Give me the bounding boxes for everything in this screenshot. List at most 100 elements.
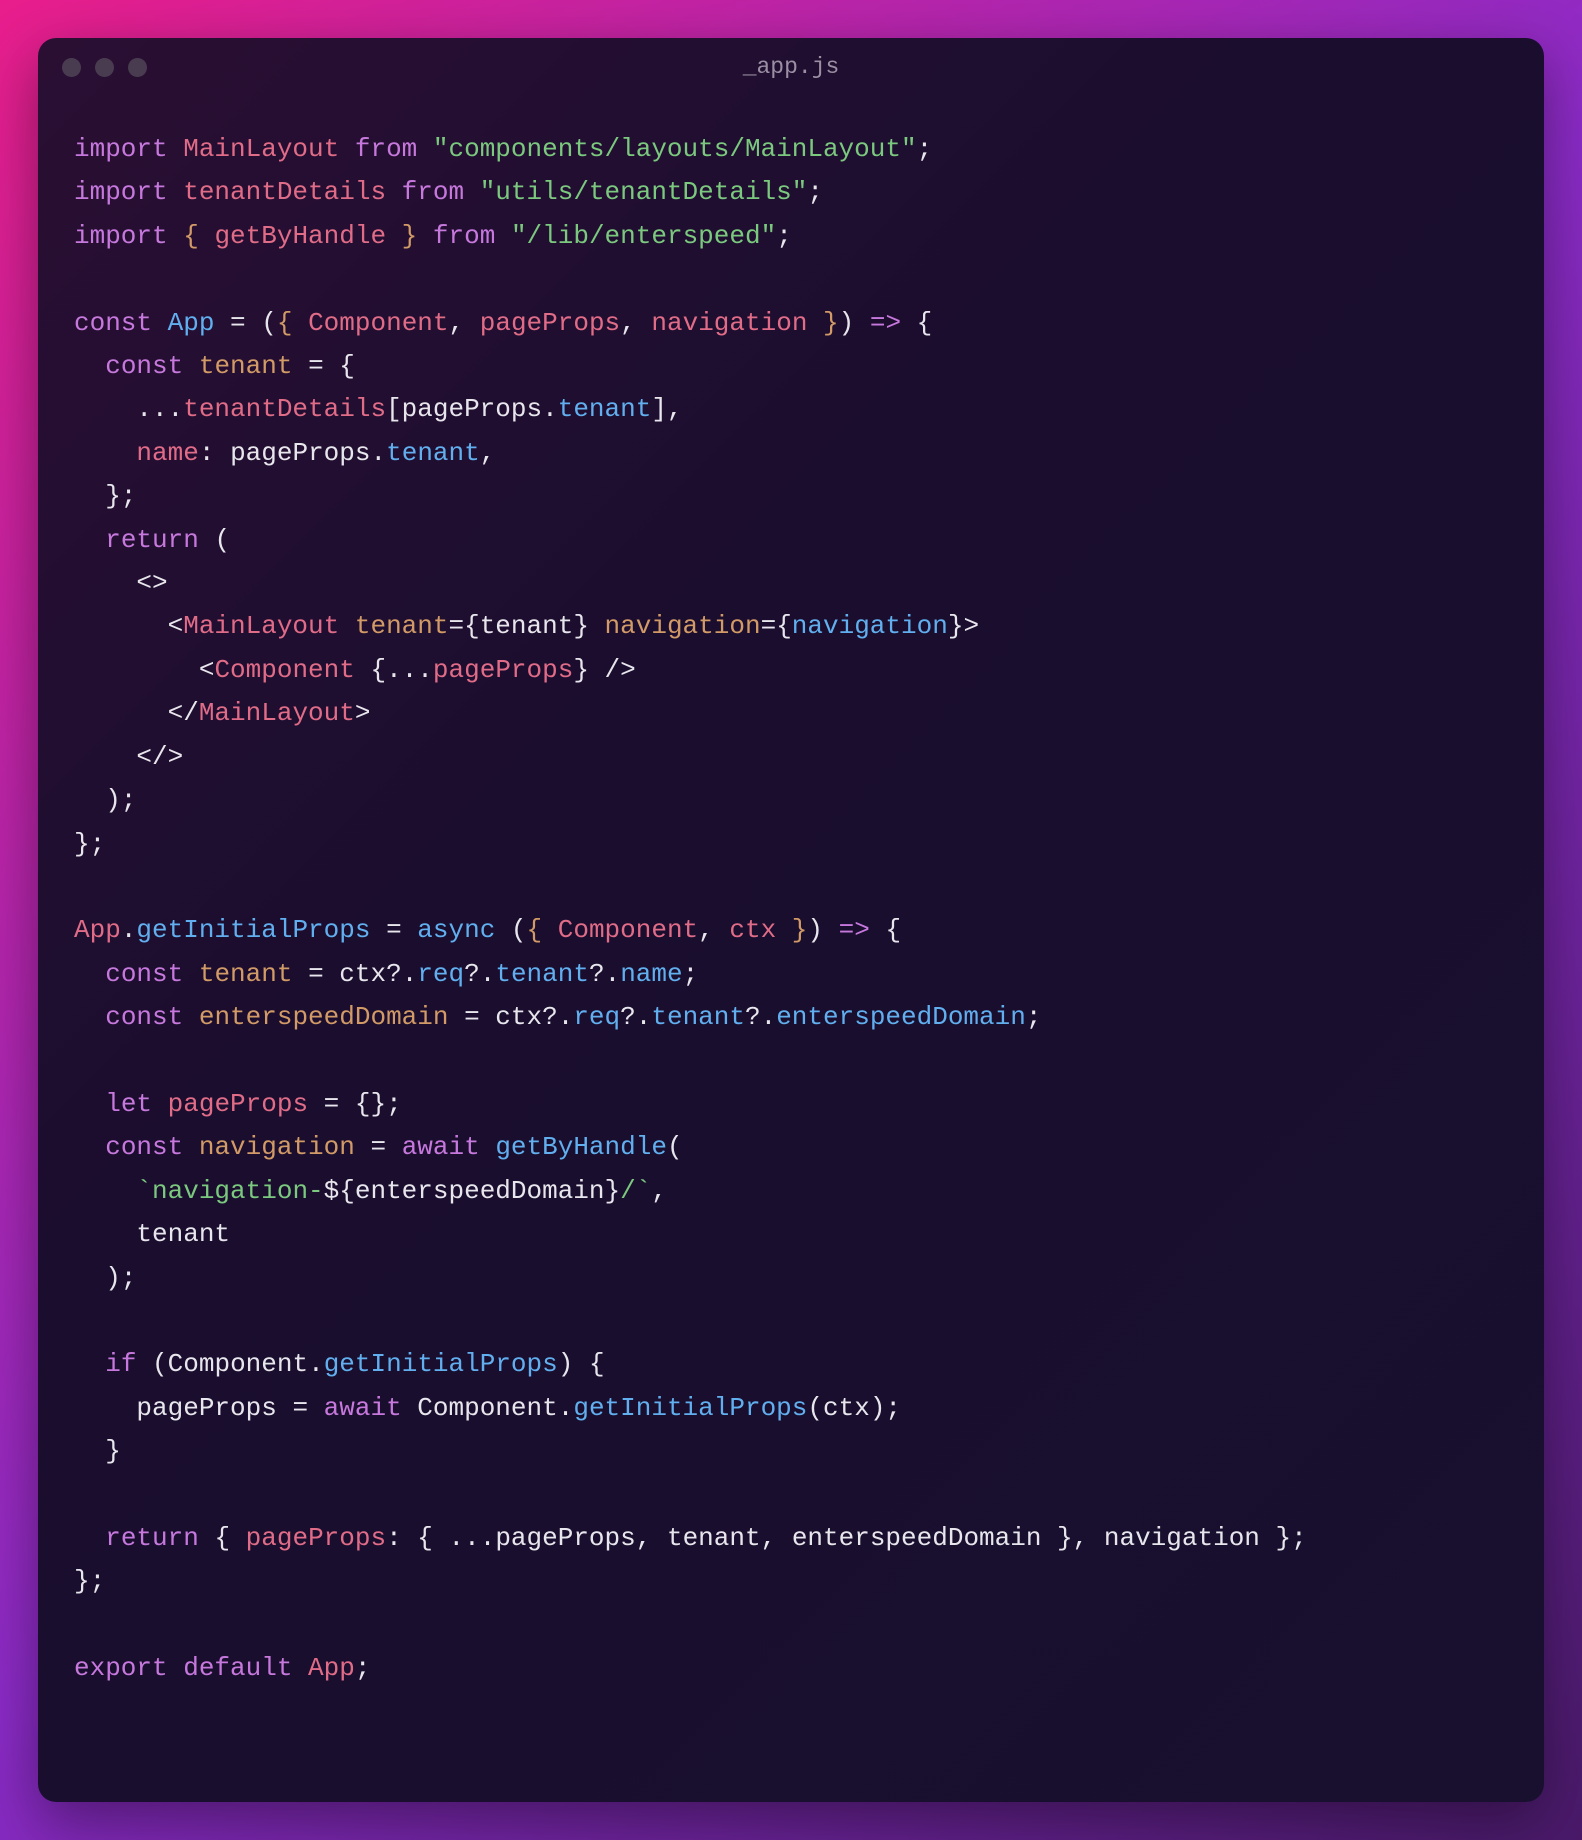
code-token: ; <box>807 177 823 207</box>
code-token: Component <box>308 308 448 338</box>
code-token <box>355 655 371 685</box>
code-token: req <box>417 959 464 989</box>
code-token: , <box>620 308 651 338</box>
code-token <box>74 959 105 989</box>
code-token: ) <box>839 308 855 338</box>
editor-window: _app.js import MainLayout from "componen… <box>38 38 1544 1802</box>
code-token: <> <box>74 568 168 598</box>
code-token: enterspeedDomain <box>199 1002 449 1032</box>
code-token: => <box>839 915 870 945</box>
code-token: }; <box>74 481 136 511</box>
code-token: . <box>542 394 558 424</box>
code-token: } <box>573 611 589 641</box>
code-token: < <box>74 611 183 641</box>
code-token: export <box>74 1653 183 1683</box>
code-token: ?. <box>464 959 495 989</box>
code-token <box>495 221 511 251</box>
code-token: > <box>963 611 979 641</box>
code-token: default <box>183 1653 292 1683</box>
code-token: const <box>105 351 199 381</box>
code-token: App <box>168 308 215 338</box>
code-token: Component <box>558 915 698 945</box>
titlebar: _app.js <box>38 38 1544 96</box>
code-token: Component <box>214 655 354 685</box>
code-token: getInitialProps <box>573 1393 807 1423</box>
code-token: ( <box>495 915 526 945</box>
code-token <box>74 1132 105 1162</box>
code-token: } <box>776 915 807 945</box>
code-token: ?. <box>589 959 620 989</box>
code-token: req <box>573 1002 620 1032</box>
code-token: navigation <box>651 308 807 338</box>
code-token: import <box>74 177 183 207</box>
code-token: , <box>480 438 496 468</box>
code-token: > <box>355 698 371 728</box>
code-token <box>339 611 355 641</box>
close-icon[interactable] <box>62 58 81 77</box>
code-token: , <box>651 1176 667 1206</box>
code-token: tenant <box>558 394 652 424</box>
code-token: /> <box>589 655 636 685</box>
code-token: App <box>308 1653 355 1683</box>
code-token: { <box>901 308 932 338</box>
code-token: { <box>183 221 214 251</box>
code-token <box>386 177 402 207</box>
code-token: "/lib/enterspeed" <box>511 221 776 251</box>
code-token: , <box>698 915 729 945</box>
code-token: const <box>105 1002 199 1032</box>
code-token: return <box>105 525 199 555</box>
code-token: tenant <box>199 351 293 381</box>
code-token: /` <box>620 1176 651 1206</box>
code-token <box>339 134 355 164</box>
code-token: tenant <box>651 1002 745 1032</box>
code-token: import <box>74 134 183 164</box>
code-token <box>74 525 105 555</box>
code-token: } <box>573 655 589 685</box>
code-token: async <box>417 915 495 945</box>
code-token: < <box>74 655 214 685</box>
code-token: { <box>277 308 308 338</box>
code-token: pageProps <box>168 1089 308 1119</box>
minimize-icon[interactable] <box>95 58 114 77</box>
code-token: Component <box>417 1393 557 1423</box>
code-token: ${ <box>324 1176 355 1206</box>
code-token: ) <box>807 915 838 945</box>
code-token: { <box>870 915 901 945</box>
code-token: }; <box>74 829 105 859</box>
code-content[interactable]: import MainLayout from "components/layou… <box>38 96 1544 1802</box>
code-token: ?. <box>386 959 417 989</box>
code-token: const <box>74 308 168 338</box>
code-token: tenant <box>355 611 449 641</box>
code-token <box>480 1132 496 1162</box>
code-token <box>74 1393 136 1423</box>
code-token: import <box>74 221 183 251</box>
maximize-icon[interactable] <box>128 58 147 77</box>
code-token: = <box>355 1132 402 1162</box>
code-token: from <box>433 221 495 251</box>
code-token: ... <box>386 655 433 685</box>
code-token: } <box>605 1176 621 1206</box>
code-token: } <box>386 221 417 251</box>
code-token <box>417 134 433 164</box>
code-token: MainLayout <box>183 611 339 641</box>
code-token: = <box>370 915 417 945</box>
code-token: = <box>277 1393 324 1423</box>
code-token: enterspeedDomain <box>776 1002 1026 1032</box>
code-token: const <box>105 959 199 989</box>
code-token: { <box>199 1523 246 1553</box>
code-token: = <box>448 1002 495 1032</box>
code-token: </> <box>74 742 183 772</box>
code-token: App <box>74 915 121 945</box>
code-token: tenant <box>480 611 574 641</box>
code-token: = { <box>292 351 354 381</box>
code-token: navigation <box>1104 1523 1260 1553</box>
code-token <box>74 1219 136 1249</box>
code-token: name <box>620 959 682 989</box>
code-token: ?. <box>745 1002 776 1032</box>
code-token: } <box>74 1436 121 1466</box>
code-token <box>854 308 870 338</box>
code-token: MainLayout <box>183 134 339 164</box>
code-token: navigation <box>199 1132 355 1162</box>
code-token: , <box>636 1523 667 1553</box>
code-token: Component <box>168 1349 308 1379</box>
